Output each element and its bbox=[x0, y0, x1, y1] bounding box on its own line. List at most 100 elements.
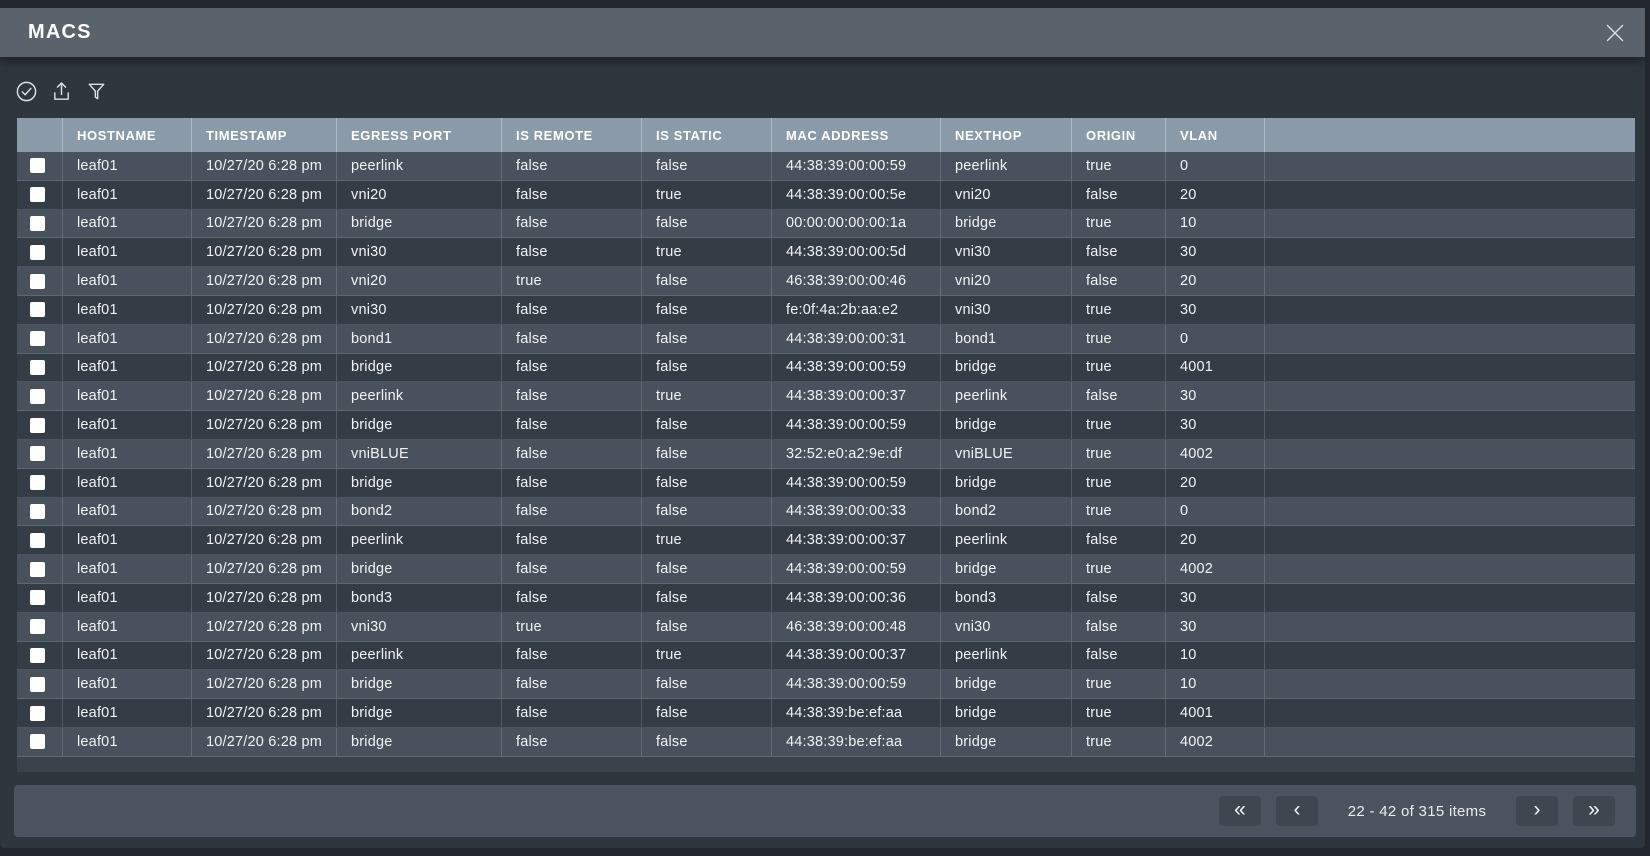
cell-is_remote: false bbox=[502, 382, 642, 410]
cell-egress_port: bridge bbox=[337, 699, 502, 727]
row-checkbox[interactable] bbox=[30, 734, 45, 749]
cell-is_static: false bbox=[642, 267, 772, 295]
header-cell-timestamp: TIMESTAMP bbox=[192, 118, 337, 152]
cell-filler bbox=[1265, 440, 1635, 468]
table-row: leaf0110/27/20 6:28 pmvni30falsefalsefe:… bbox=[17, 296, 1635, 325]
row-checkbox[interactable] bbox=[30, 619, 45, 634]
row-checkbox-cell bbox=[17, 152, 63, 180]
cell-egress_port: peerlink bbox=[337, 152, 502, 180]
cell-egress_port: bridge bbox=[337, 354, 502, 382]
table-header-row: HOSTNAMETIMESTAMPEGRESS PORTIS REMOTEIS … bbox=[17, 118, 1635, 152]
table-toolbar bbox=[15, 80, 108, 103]
row-checkbox[interactable] bbox=[30, 533, 45, 548]
cell-hostname: leaf01 bbox=[63, 238, 192, 266]
close-icon[interactable] bbox=[1602, 20, 1628, 46]
cell-mac_address: 44:38:39:00:00:33 bbox=[772, 498, 941, 526]
row-checkbox[interactable] bbox=[30, 389, 45, 404]
upload-icon[interactable] bbox=[50, 80, 73, 103]
row-checkbox[interactable] bbox=[30, 187, 45, 202]
cell-egress_port: bond2 bbox=[337, 498, 502, 526]
cell-nexthop: bridge bbox=[941, 699, 1072, 727]
cell-is_static: false bbox=[642, 469, 772, 497]
cell-timestamp: 10/27/20 6:28 pm bbox=[192, 440, 337, 468]
row-checkbox[interactable] bbox=[30, 446, 45, 461]
table-row: leaf0110/27/20 6:28 pmpeerlinkfalsefalse… bbox=[17, 152, 1635, 181]
filter-icon[interactable] bbox=[85, 80, 108, 103]
cell-filler bbox=[1265, 469, 1635, 497]
cell-mac_address: 44:38:39:be:ef:aa bbox=[772, 728, 941, 756]
cell-filler bbox=[1265, 181, 1635, 209]
cell-mac_address: 44:38:39:00:00:36 bbox=[772, 584, 941, 612]
row-checkbox[interactable] bbox=[30, 360, 45, 375]
cell-hostname: leaf01 bbox=[63, 411, 192, 439]
header-cell-nexthop: NEXTHOP bbox=[941, 118, 1072, 152]
row-checkbox[interactable] bbox=[30, 245, 45, 260]
row-checkbox[interactable] bbox=[30, 648, 45, 663]
row-checkbox[interactable] bbox=[30, 677, 45, 692]
table-bottom-strip bbox=[17, 757, 1635, 772]
header-cell-select bbox=[17, 118, 63, 152]
cell-origin: true bbox=[1072, 728, 1166, 756]
cell-filler bbox=[1265, 526, 1635, 554]
cell-mac_address: 46:38:39:00:00:48 bbox=[772, 613, 941, 641]
first-page-button[interactable]: « bbox=[1219, 796, 1261, 826]
cell-egress_port: bond3 bbox=[337, 584, 502, 612]
cell-nexthop: bond3 bbox=[941, 584, 1072, 612]
check-circle-icon[interactable] bbox=[15, 80, 38, 103]
cell-vlan: 20 bbox=[1166, 181, 1265, 209]
row-checkbox[interactable] bbox=[30, 706, 45, 721]
row-checkbox-cell bbox=[17, 613, 63, 641]
row-checkbox[interactable] bbox=[30, 562, 45, 577]
cell-timestamp: 10/27/20 6:28 pm bbox=[192, 238, 337, 266]
cell-vlan: 4002 bbox=[1166, 440, 1265, 468]
cell-timestamp: 10/27/20 6:28 pm bbox=[192, 670, 337, 698]
cell-egress_port: bridge bbox=[337, 411, 502, 439]
row-checkbox[interactable] bbox=[30, 331, 45, 346]
cell-mac_address: 44:38:39:00:00:37 bbox=[772, 526, 941, 554]
cell-hostname: leaf01 bbox=[63, 210, 192, 238]
row-checkbox[interactable] bbox=[30, 475, 45, 490]
next-page-button[interactable]: › bbox=[1516, 796, 1558, 826]
row-checkbox[interactable] bbox=[30, 302, 45, 317]
row-checkbox[interactable] bbox=[30, 158, 45, 173]
cell-nexthop: bridge bbox=[941, 555, 1072, 583]
row-checkbox-cell bbox=[17, 498, 63, 526]
pager-controls: « ‹ 22 - 42 of 315 items › » bbox=[1219, 785, 1615, 837]
cell-filler bbox=[1265, 296, 1635, 324]
row-checkbox[interactable] bbox=[30, 274, 45, 289]
cell-hostname: leaf01 bbox=[63, 267, 192, 295]
last-page-button[interactable]: » bbox=[1573, 796, 1615, 826]
row-checkbox[interactable] bbox=[30, 590, 45, 605]
cell-nexthop: vni30 bbox=[941, 238, 1072, 266]
cell-hostname: leaf01 bbox=[63, 699, 192, 727]
cell-is_static: false bbox=[642, 555, 772, 583]
table-row: leaf0110/27/20 6:28 pmbridgefalsefalse44… bbox=[17, 670, 1635, 699]
cell-egress_port: bridge bbox=[337, 728, 502, 756]
header-cell-is_static: IS STATIC bbox=[642, 118, 772, 152]
cell-is_remote: false bbox=[502, 642, 642, 670]
cell-vlan: 20 bbox=[1166, 526, 1265, 554]
row-checkbox-cell bbox=[17, 728, 63, 756]
cell-is_static: false bbox=[642, 411, 772, 439]
cell-is_remote: false bbox=[502, 555, 642, 583]
cell-is_remote: false bbox=[502, 210, 642, 238]
cell-mac_address: 44:38:39:00:00:5d bbox=[772, 238, 941, 266]
cell-origin: true bbox=[1072, 555, 1166, 583]
row-checkbox[interactable] bbox=[30, 418, 45, 433]
cell-egress_port: bridge bbox=[337, 555, 502, 583]
cell-origin: false bbox=[1072, 526, 1166, 554]
cell-hostname: leaf01 bbox=[63, 728, 192, 756]
cell-is_static: false bbox=[642, 354, 772, 382]
cell-is_remote: true bbox=[502, 267, 642, 295]
cell-timestamp: 10/27/20 6:28 pm bbox=[192, 152, 337, 180]
cell-timestamp: 10/27/20 6:28 pm bbox=[192, 526, 337, 554]
row-checkbox[interactable] bbox=[30, 216, 45, 231]
cell-mac_address: 32:52:e0:a2:9e:df bbox=[772, 440, 941, 468]
header-cell-egress_port: EGRESS PORT bbox=[337, 118, 502, 152]
prev-page-button[interactable]: ‹ bbox=[1276, 796, 1318, 826]
row-checkbox[interactable] bbox=[30, 504, 45, 519]
cell-is_static: true bbox=[642, 382, 772, 410]
cell-vlan: 0 bbox=[1166, 498, 1265, 526]
cell-origin: true bbox=[1072, 498, 1166, 526]
table-row: leaf0110/27/20 6:28 pmpeerlinkfalsetrue4… bbox=[17, 526, 1635, 555]
